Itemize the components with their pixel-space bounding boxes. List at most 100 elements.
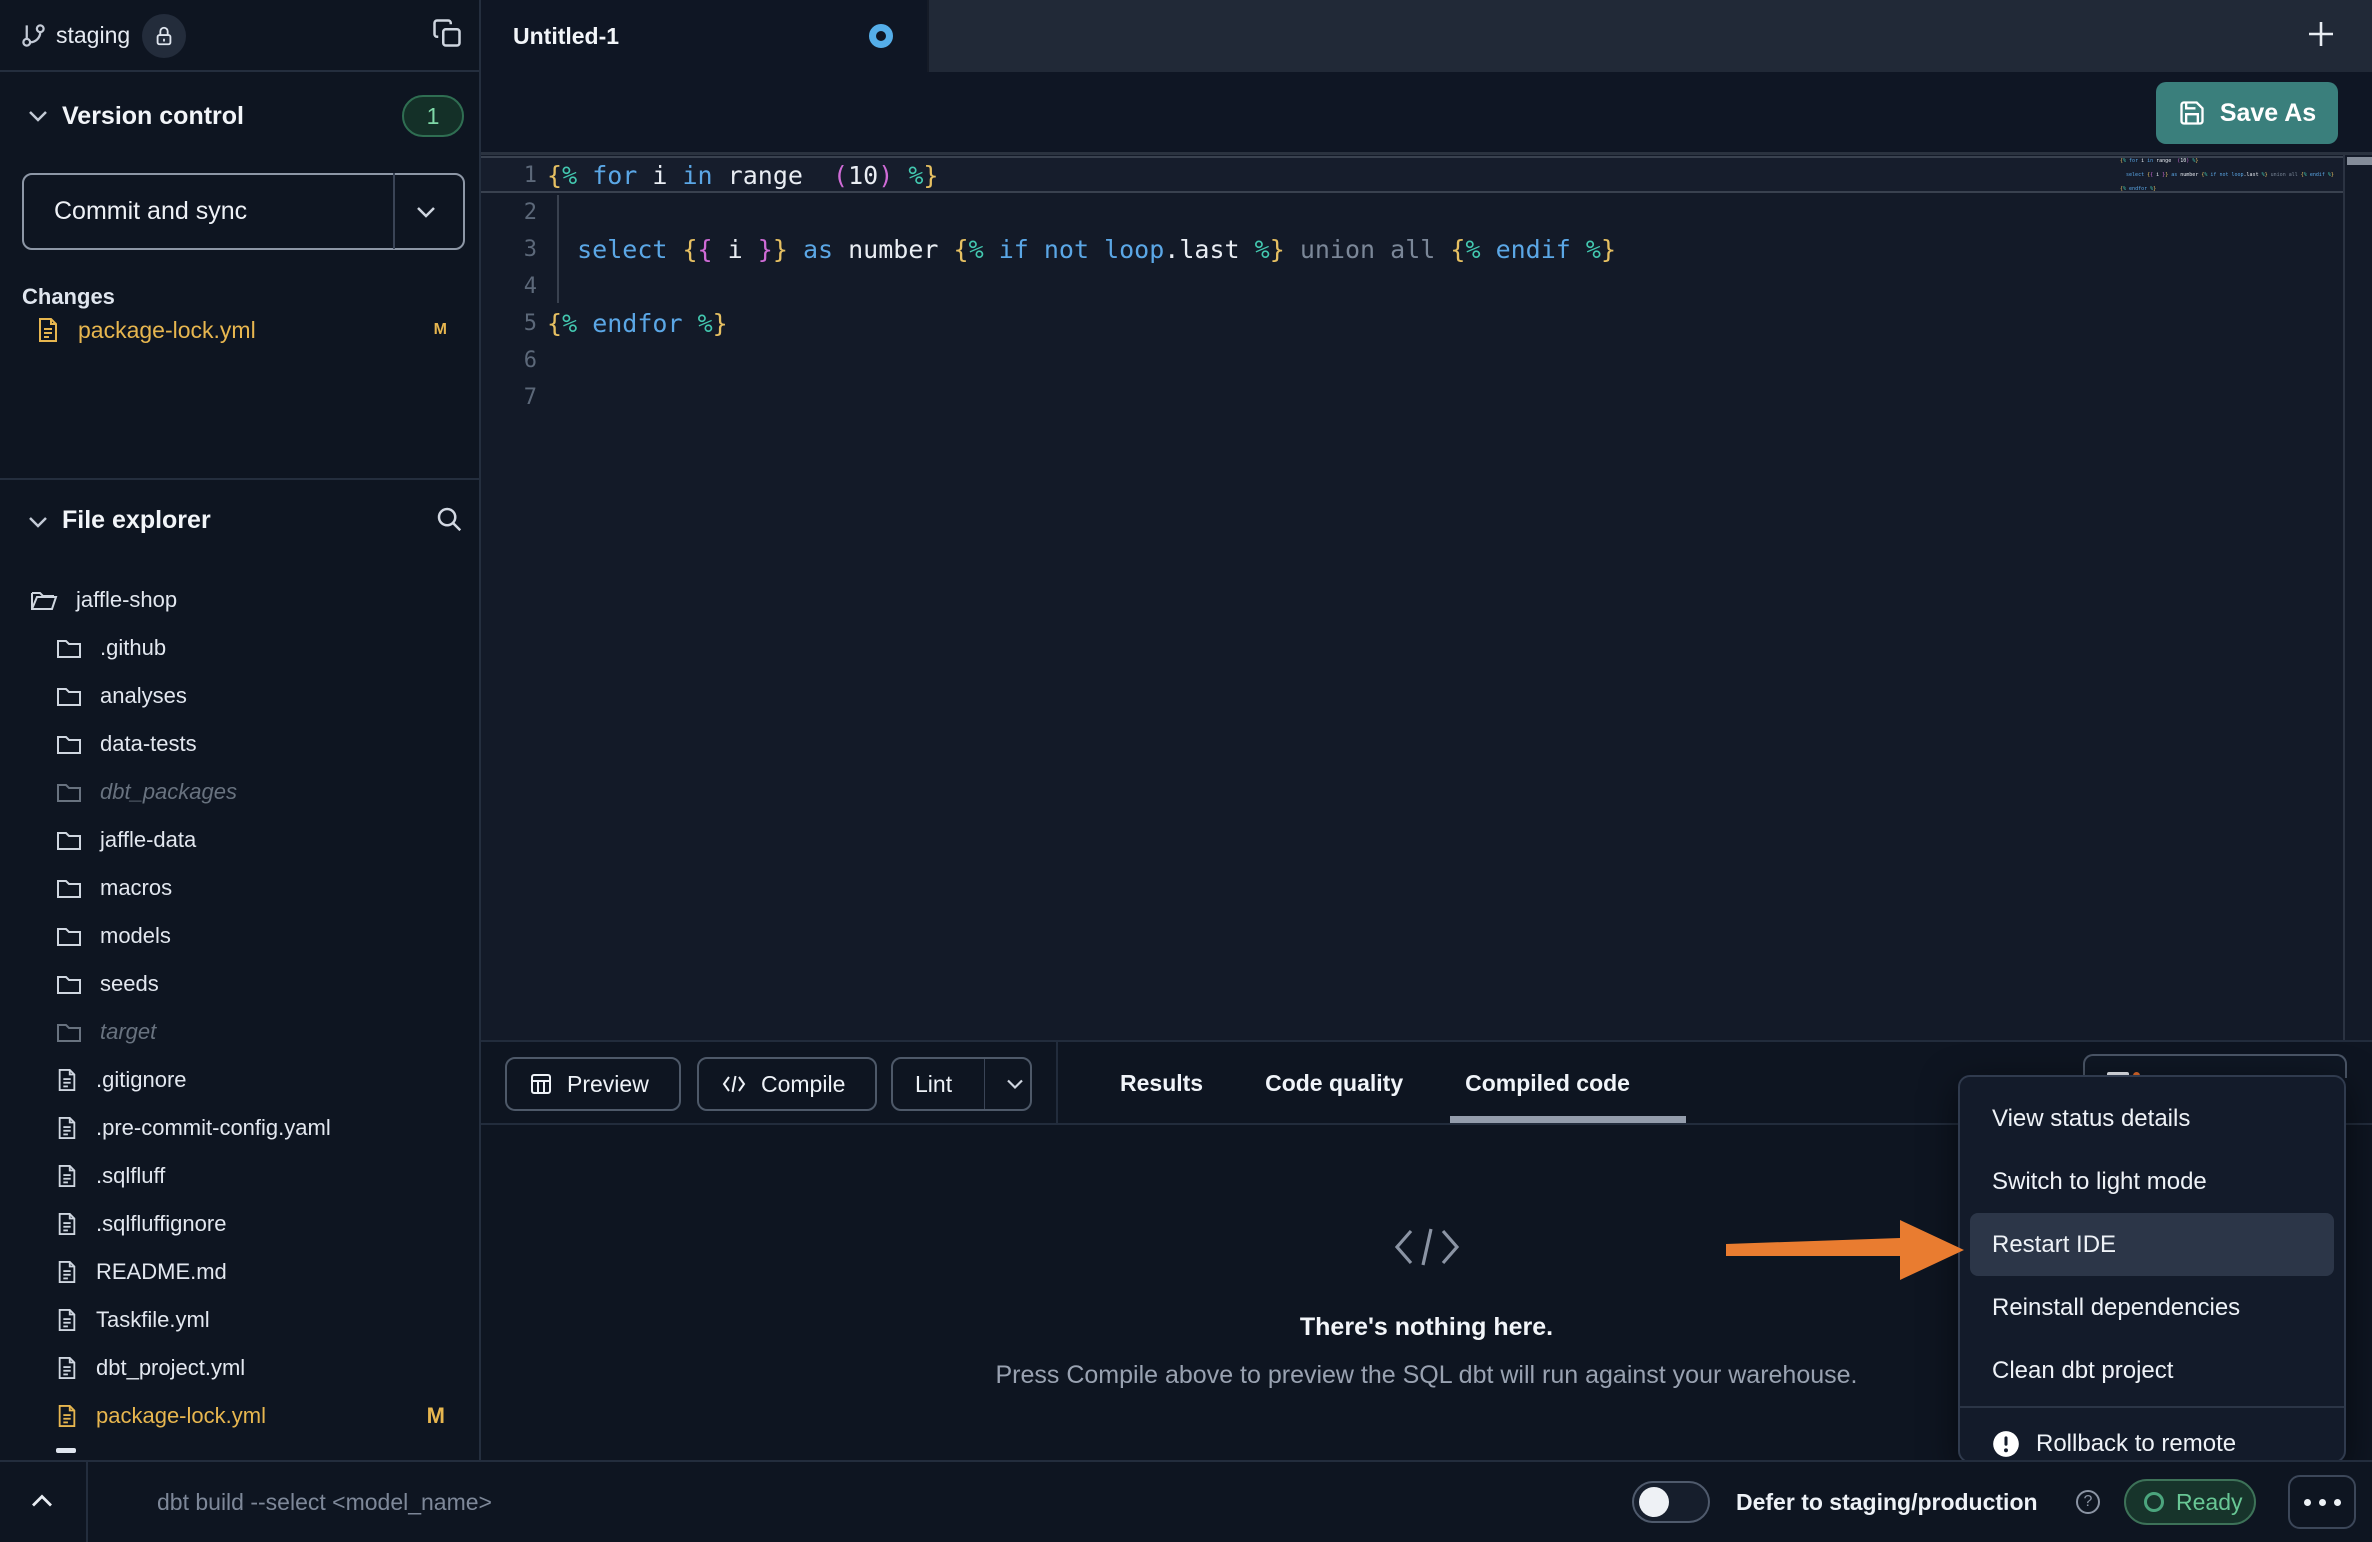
sidebar: staging Version control 1 Commit and syn… [0, 0, 481, 1460]
file-tree-item-dbt_packages[interactable]: dbt_packages [0, 768, 479, 816]
folder-icon [56, 733, 82, 755]
editor-header: Save As [481, 72, 2372, 152]
menu-item-restart-ide[interactable]: Restart IDE [1970, 1213, 2334, 1276]
file-icon [36, 317, 60, 343]
folder-icon [56, 973, 82, 995]
copy-icon[interactable] [432, 18, 462, 48]
code-line-3[interactable]: 3 select {{ i }} as number {% if not loo… [481, 231, 2372, 268]
folder-icon [56, 685, 82, 707]
file-tree-item-target[interactable]: target [0, 1008, 479, 1056]
changes-count-badge: 1 [402, 95, 464, 137]
menu-divider [1960, 1406, 2344, 1408]
active-tab-underline [1450, 1116, 1686, 1123]
file-tree-item-dbt_project.yml[interactable]: dbt_project.yml [0, 1344, 479, 1392]
menu-item-clean-dbt-project[interactable]: Clean dbt project [1970, 1339, 2334, 1402]
file-tree-item-.sqlfluff[interactable]: .sqlfluff [0, 1152, 479, 1200]
table-icon [529, 1072, 553, 1096]
expand-command-bar-icon[interactable] [28, 1492, 56, 1510]
tab-compiled-code[interactable]: Compiled code [1465, 1070, 1630, 1097]
defer-toggle[interactable] [1632, 1481, 1710, 1523]
preview-button[interactable]: Preview [505, 1057, 681, 1111]
folder-icon [56, 829, 82, 851]
folder-icon [56, 877, 82, 899]
file-explorer-title: File explorer [62, 506, 211, 535]
minimap[interactable]: {% for i in range (10) %} select {{ i }}… [2120, 158, 2345, 207]
defer-label: Defer to staging/production [1736, 1462, 2038, 1542]
file-tree-item-.gitignore[interactable]: .gitignore [0, 1056, 479, 1104]
file-tree-item-macros[interactable]: macros [0, 864, 479, 912]
file-tree-item-analyses[interactable]: analyses [0, 672, 479, 720]
folder-icon [56, 1021, 82, 1043]
code-line-5[interactable]: 5{% endfor %} [481, 305, 2372, 342]
file-tree-item-README.md[interactable]: README.md [0, 1248, 479, 1296]
compile-button[interactable]: Compile [697, 1057, 877, 1111]
tab-untitled-1[interactable]: Untitled-1 [481, 0, 929, 72]
changes-label: Changes [22, 284, 115, 310]
folder-icon [56, 637, 82, 659]
new-tab-button[interactable] [2306, 19, 2336, 49]
editor-scrollbar-thumb[interactable] [2347, 157, 2372, 165]
file-icon [56, 1403, 78, 1429]
more-options-button[interactable] [2288, 1475, 2356, 1529]
file-icon [56, 1211, 78, 1237]
folder-icon [56, 781, 82, 803]
command-input[interactable]: dbt build --select <model_name> [157, 1462, 1357, 1542]
code-lines: 1{% for i in range (10) %}23 select {{ i… [481, 155, 2372, 416]
git-branch-icon [20, 22, 47, 49]
commit-and-sync-button[interactable]: Commit and sync [22, 173, 465, 250]
search-icon[interactable] [434, 504, 464, 534]
file-tree-item-.sqlfluffignore[interactable]: .sqlfluffignore [0, 1200, 479, 1248]
file-tree: jaffle-shop.githubanalysesdata-testsdbt_… [0, 576, 479, 1440]
lint-button[interactable]: Lint [891, 1057, 1032, 1111]
code-line-7[interactable]: 7 [481, 379, 2372, 416]
version-control-collapse-icon[interactable] [26, 108, 50, 124]
file-tree-item-seeds[interactable]: seeds [0, 960, 479, 1008]
file-tree-item-jaffle-data[interactable]: jaffle-data [0, 816, 479, 864]
help-icon[interactable]: ? [2076, 1490, 2100, 1514]
file-tree-item-data-tests[interactable]: data-tests [0, 720, 479, 768]
lint-options-caret[interactable] [999, 1077, 1030, 1091]
toolbar-divider [1056, 1042, 1058, 1125]
file-tree-item-.pre-commit-config.yaml[interactable]: .pre-commit-config.yaml [0, 1104, 479, 1152]
file-icon [56, 1067, 78, 1093]
clipped-tree-row [56, 1448, 76, 1453]
file-tree-item-package-lock.yml[interactable]: package-lock.ymlM [0, 1392, 479, 1440]
tab-results[interactable]: Results [1120, 1070, 1203, 1097]
branch-selector[interactable]: staging [56, 0, 130, 70]
file-icon [56, 1355, 78, 1381]
file-icon [56, 1163, 78, 1189]
ready-status-badge[interactable]: Ready [2124, 1479, 2256, 1525]
command-bar: dbt build --select <model_name> Defer to… [0, 1460, 2372, 1542]
file-tree-item-models[interactable]: models [0, 912, 479, 960]
changed-file-row[interactable]: package-lock.yml M [0, 308, 481, 352]
code-line-1[interactable]: 1{% for i in range (10) %} [481, 157, 2372, 194]
commit-options-caret[interactable] [395, 204, 457, 220]
file-tree-item-jaffle-shop[interactable]: jaffle-shop [0, 576, 479, 624]
code-line-4[interactable]: 4 [481, 268, 2372, 305]
code-editor[interactable]: 1{% for i in range (10) %}23 select {{ i… [481, 152, 2372, 1040]
folder-open-icon [30, 589, 58, 611]
branch-lock-chip [142, 14, 186, 58]
save-icon [2178, 99, 2206, 127]
unsaved-dot-icon [869, 24, 893, 48]
file-icon [56, 1115, 78, 1141]
code-icon [721, 1073, 747, 1095]
code-line-6[interactable]: 6 [481, 342, 2372, 379]
file-explorer-collapse-icon[interactable] [26, 514, 50, 530]
file-tree-item-Taskfile.yml[interactable]: Taskfile.yml [0, 1296, 479, 1344]
save-as-button[interactable]: Save As [2156, 82, 2338, 144]
file-icon [56, 1307, 78, 1333]
minimap-divider [2343, 155, 2345, 1040]
code-line-2[interactable]: 2 [481, 194, 2372, 231]
branch-header: staging [0, 0, 481, 72]
menu-item-view-status-details[interactable]: View status details [1970, 1087, 2334, 1150]
result-tabs: Results Code quality Compiled code [1120, 1042, 1630, 1125]
menu-item-reinstall-dependencies[interactable]: Reinstall dependencies [1970, 1276, 2334, 1339]
section-divider [0, 478, 479, 480]
empty-code-icon [1393, 1223, 1461, 1271]
annotation-arrow-icon [1718, 1212, 1968, 1288]
file-tree-item-.github[interactable]: .github [0, 624, 479, 672]
tab-code-quality[interactable]: Code quality [1265, 1070, 1403, 1097]
menu-item-switch-to-light-mode[interactable]: Switch to light mode [1970, 1150, 2334, 1213]
modified-badge: M [427, 1403, 445, 1429]
